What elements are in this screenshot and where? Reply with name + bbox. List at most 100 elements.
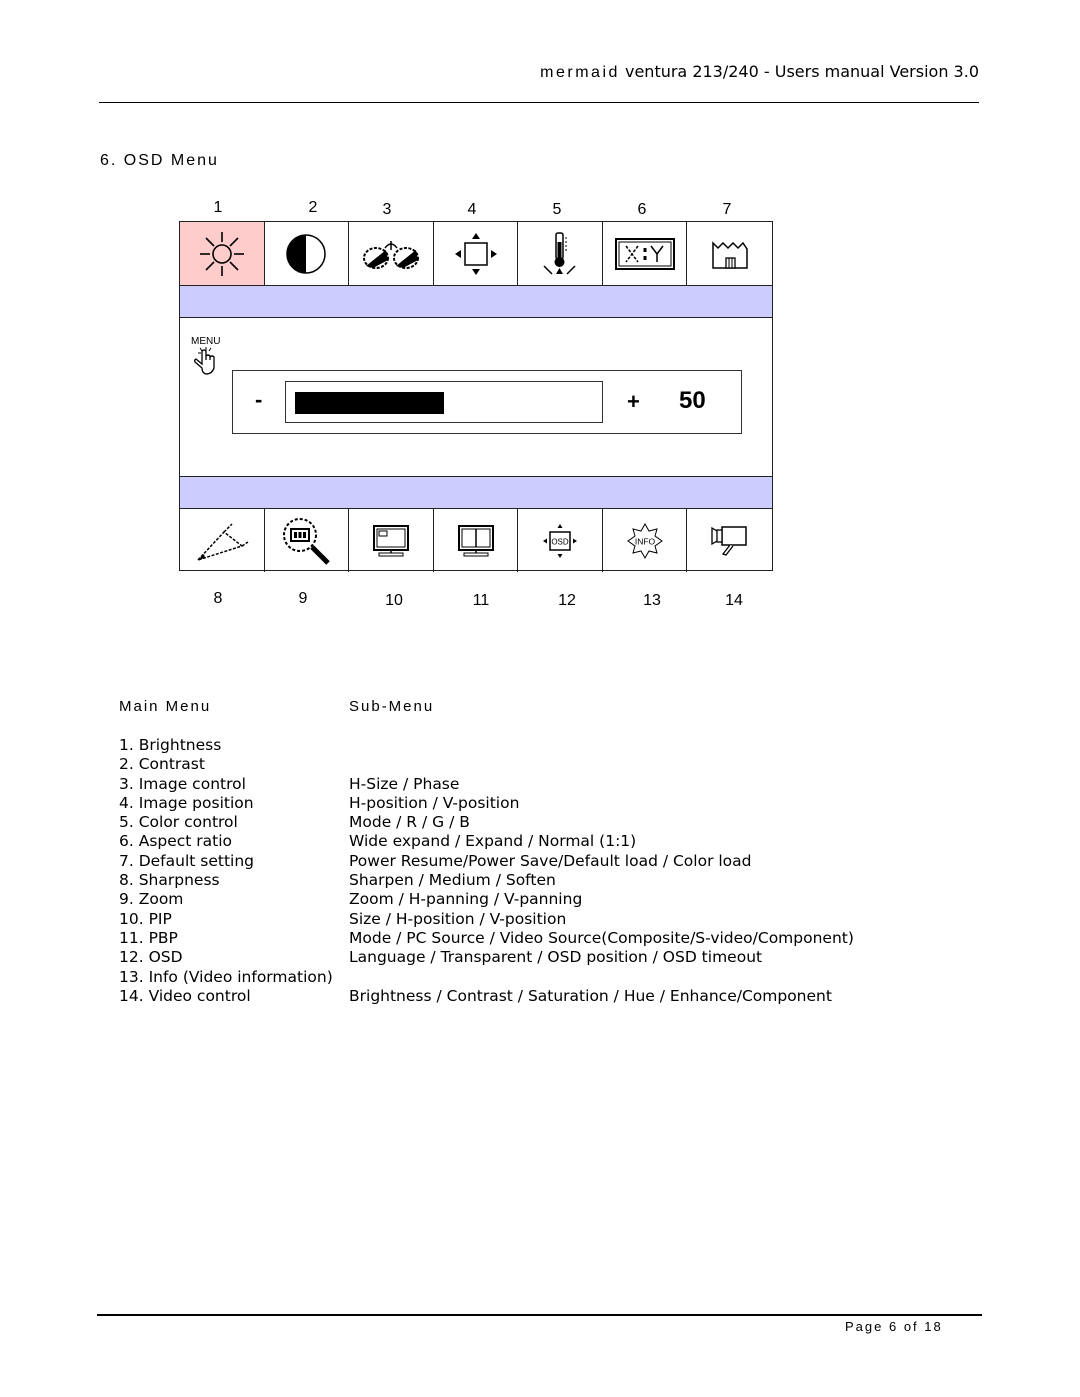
- pbp-monitor-icon: [457, 524, 494, 556]
- page-number: Page 6 of 18: [845, 1319, 943, 1334]
- osd-cell[interactable]: OSD: [518, 509, 603, 572]
- icon-number: 4: [467, 201, 477, 218]
- menu-hand-icon: MENU: [191, 336, 220, 375]
- sub-menu-items: Sharpen / Medium / Soften: [349, 871, 556, 890]
- table-row: 9. Zoom Zoom / H-panning / V-panning: [119, 890, 854, 909]
- header-divider: [99, 102, 979, 103]
- sharpness-icon: [195, 522, 249, 562]
- icon-number: 8: [213, 590, 223, 607]
- aspect-ratio-cell[interactable]: [603, 222, 688, 285]
- svg-text:OSD: OSD: [551, 537, 569, 546]
- section-title: 6. OSD Menu: [100, 152, 219, 169]
- sub-menu-items: Wide expand / Expand / Normal (1:1): [349, 832, 637, 851]
- sub-menu-items: Brightness / Contrast / Saturation / Hue…: [349, 986, 832, 1005]
- main-menu-item: 1. Brightness: [119, 736, 222, 754]
- table-row: 14. Video control Brightness / Contrast /…: [119, 987, 854, 1006]
- table-row: 11. PBP Mode / PC Source / Video Source(C…: [119, 929, 854, 948]
- main-menu-item: 4. Image position: [119, 793, 254, 812]
- osd-menu-diagram: MENU - + 50 OSD INFO: [179, 221, 773, 572]
- video-camera-icon: [711, 525, 747, 556]
- image-control-cell[interactable]: [349, 222, 434, 285]
- color-thermometer-icon: [543, 231, 576, 275]
- contrast-cell[interactable]: [265, 222, 350, 285]
- adjustment-slider[interactable]: - + 50: [232, 370, 742, 434]
- main-menu-item: 8. Sharpness: [119, 871, 220, 890]
- zoom-magnifier-icon: [283, 517, 331, 565]
- header-title: mermaid ventura 213/240 - Users manual V…: [540, 62, 979, 82]
- table-row: 12. OSD Language / Transparent / OSD posi…: [119, 948, 854, 967]
- main-menu-item: 5. Color control: [119, 813, 238, 832]
- table-row: 10. PIP Size / H-position / V-position: [119, 910, 854, 929]
- table-row: 5. Color control Mode / R / G / B: [119, 813, 854, 832]
- icon-number: 6: [637, 201, 647, 218]
- table-row: 13. Info (Video information): [119, 968, 854, 987]
- sub-menu-items: Zoom / H-panning / V-panning: [349, 890, 583, 909]
- menu-table: 1. Brightness 2. Contrast 3. Image control…: [119, 736, 854, 1006]
- icon-number: 1: [213, 199, 223, 216]
- main-menu-item: 3. Image control: [119, 774, 246, 793]
- video-control-cell[interactable]: [687, 509, 772, 572]
- main-menu-item: 13. Info (Video information): [119, 967, 333, 986]
- sub-menu-items: Language / Transparent / OSD position / …: [349, 948, 763, 967]
- main-menu-icon-row: [180, 222, 772, 286]
- brightness-sun-icon: [199, 231, 244, 276]
- main-menu-item: 9. Zoom: [119, 890, 184, 909]
- footer-divider: [97, 1314, 982, 1316]
- main-menu-item: 12. OSD: [119, 948, 183, 967]
- main-menu-item: 10. PIP: [119, 909, 172, 928]
- icon-number: 3: [382, 201, 392, 218]
- sub-menu-items: H-Size / Phase: [349, 774, 460, 793]
- pip-monitor-icon: [372, 524, 409, 556]
- osd-icon: OSD: [543, 523, 578, 558]
- aspect-ratio-xy-icon: [614, 237, 675, 270]
- table-row: 8. Sharpness Sharpen / Medium / Soften: [119, 871, 854, 890]
- sharpness-cell[interactable]: [180, 509, 265, 572]
- pip-cell[interactable]: [349, 509, 434, 572]
- main-menu-item: 14. Video control: [119, 986, 251, 1005]
- slider-fill: [295, 392, 444, 414]
- icon-number: 7: [722, 201, 732, 218]
- main-menu-item: 6. Aspect ratio: [119, 832, 233, 851]
- brightness-cell[interactable]: [180, 222, 265, 285]
- main-menu-item: 11. PBP: [119, 928, 178, 947]
- svg-text:INFO: INFO: [635, 536, 656, 546]
- increase-button[interactable]: +: [627, 389, 640, 415]
- menu-label: MENU: [191, 336, 220, 347]
- icon-number: 5: [552, 201, 562, 218]
- sub-menu-items: Power Resume/Power Save/Default load / C…: [349, 851, 752, 870]
- icon-number: 12: [558, 592, 576, 609]
- sub-menu-items: Mode / R / G / B: [349, 813, 470, 832]
- info-cell[interactable]: INFO: [603, 509, 688, 572]
- color-control-cell[interactable]: [518, 222, 603, 285]
- image-position-cell[interactable]: [434, 222, 519, 285]
- table-row: 3. Image control H-Size / Phase: [119, 775, 854, 794]
- icon-number: 11: [472, 592, 490, 609]
- menu-status-bar: [180, 476, 772, 508]
- main-menu-item: 2. Contrast: [119, 755, 205, 774]
- menu-title-bar: [180, 286, 772, 318]
- table-row: 6. Aspect ratio Wide expand / Expand / No…: [119, 832, 854, 851]
- sub-menu-header: Sub-Menu: [349, 698, 435, 715]
- table-row: 7. Default setting Power Resume/Power Sav…: [119, 852, 854, 871]
- default-factory-icon: [712, 240, 748, 269]
- icon-number: 2: [308, 199, 318, 216]
- extended-menu-icon-row: OSD INFO: [180, 508, 772, 572]
- icon-number: 9: [298, 590, 308, 607]
- table-row: 4. Image position H-position / V-position: [119, 794, 854, 813]
- sub-menu-items: Size / H-position / V-position: [349, 909, 567, 928]
- contrast-half-circle-icon: [286, 233, 327, 274]
- icon-number: 13: [643, 592, 661, 609]
- zoom-cell[interactable]: [265, 509, 350, 572]
- brand-name: mermaid: [540, 64, 620, 81]
- icon-number: 14: [725, 592, 743, 609]
- manual-title: ventura 213/240 - Users manual Version 3…: [624, 62, 979, 81]
- icon-number: 10: [385, 592, 403, 609]
- main-menu-header: Main Menu: [119, 698, 212, 715]
- image-control-glasses-icon: [362, 240, 419, 269]
- decrease-button[interactable]: -: [255, 387, 262, 413]
- image-position-arrows-icon: [454, 232, 497, 275]
- pbp-cell[interactable]: [434, 509, 519, 572]
- slider-track[interactable]: [285, 381, 603, 423]
- default-setting-cell[interactable]: [687, 222, 772, 285]
- table-row: 2. Contrast: [119, 755, 854, 774]
